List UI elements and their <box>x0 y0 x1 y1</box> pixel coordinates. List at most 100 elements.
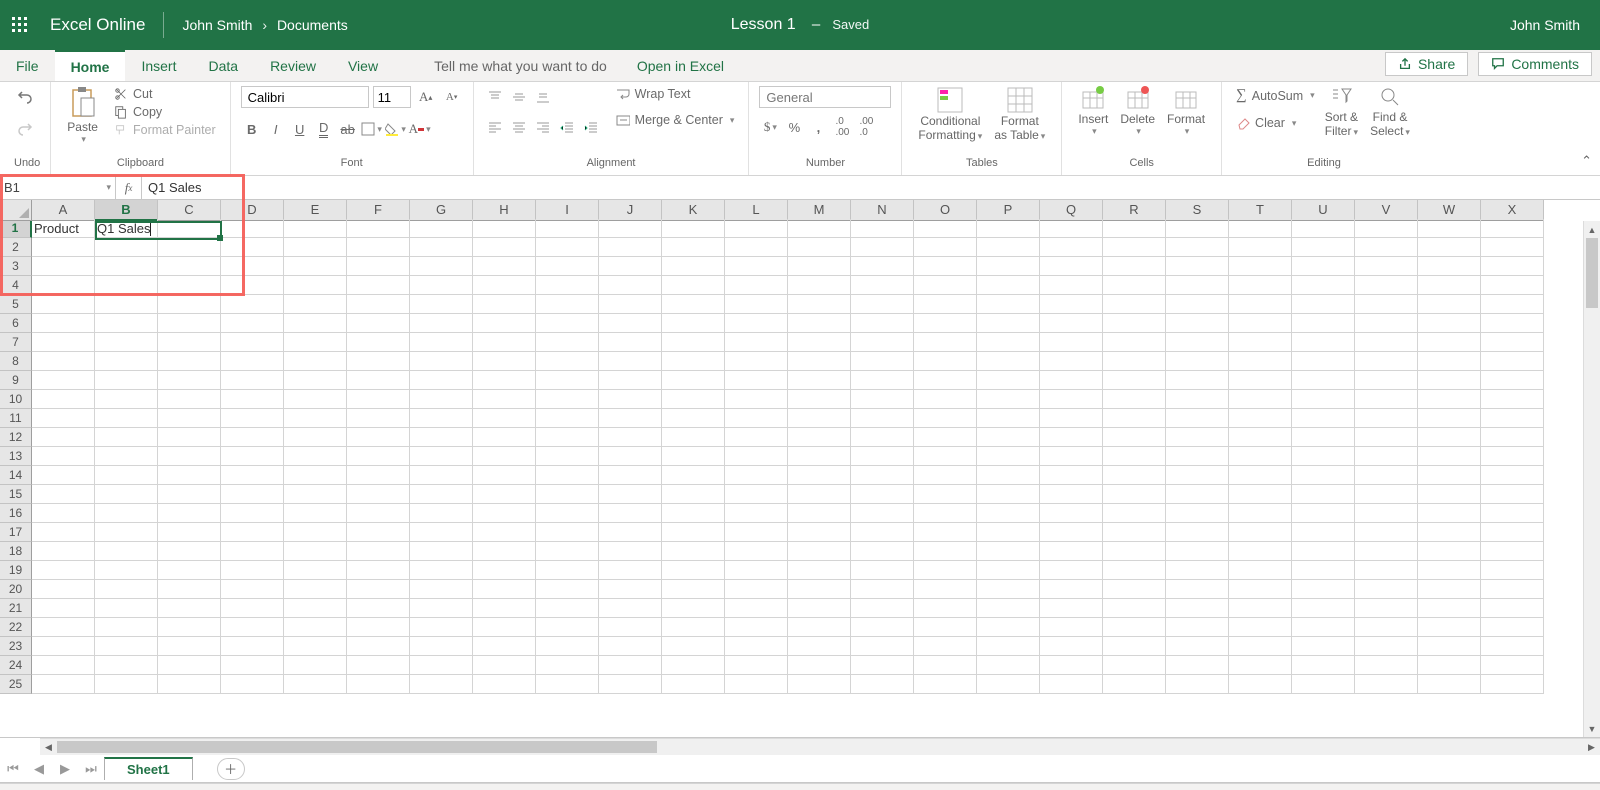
cell-W14[interactable] <box>1418 466 1481 485</box>
cell-L18[interactable] <box>725 542 788 561</box>
cell-P5[interactable] <box>977 295 1040 314</box>
cell-W2[interactable] <box>1418 238 1481 257</box>
cut-button[interactable]: Cut <box>110 86 220 102</box>
cell-E10[interactable] <box>284 390 347 409</box>
cell-T8[interactable] <box>1229 352 1292 371</box>
cell-I20[interactable] <box>536 580 599 599</box>
cell-F19[interactable] <box>347 561 410 580</box>
cell-E5[interactable] <box>284 295 347 314</box>
cell-D15[interactable] <box>221 485 284 504</box>
cell-K25[interactable] <box>662 675 725 694</box>
cell-W19[interactable] <box>1418 561 1481 580</box>
cell-J16[interactable] <box>599 504 662 523</box>
cell-R12[interactable] <box>1103 428 1166 447</box>
cell-Q12[interactable] <box>1040 428 1103 447</box>
cell-U7[interactable] <box>1292 333 1355 352</box>
cell-B18[interactable] <box>95 542 158 561</box>
cell-M21[interactable] <box>788 599 851 618</box>
cell-N19[interactable] <box>851 561 914 580</box>
cell-B12[interactable] <box>95 428 158 447</box>
cell-A25[interactable] <box>32 675 95 694</box>
cell-X11[interactable] <box>1481 409 1544 428</box>
cell-A5[interactable] <box>32 295 95 314</box>
cell-S11[interactable] <box>1166 409 1229 428</box>
cell-A22[interactable] <box>32 618 95 637</box>
row-header-21[interactable]: 21 <box>0 599 32 618</box>
cell-J12[interactable] <box>599 428 662 447</box>
cell-J18[interactable] <box>599 542 662 561</box>
cell-C12[interactable] <box>158 428 221 447</box>
cell-X20[interactable] <box>1481 580 1544 599</box>
cell-R15[interactable] <box>1103 485 1166 504</box>
sheet-nav-last[interactable]: ⏭ <box>78 761 104 777</box>
cell-J1[interactable] <box>599 219 662 238</box>
row-header-10[interactable]: 10 <box>0 390 32 409</box>
cell-N6[interactable] <box>851 314 914 333</box>
cell-S20[interactable] <box>1166 580 1229 599</box>
cell-D9[interactable] <box>221 371 284 390</box>
grow-font-button[interactable]: A▴ <box>415 86 437 108</box>
column-header-M[interactable]: M <box>788 200 851 221</box>
cell-T4[interactable] <box>1229 276 1292 295</box>
cell-X7[interactable] <box>1481 333 1544 352</box>
fill-color-button[interactable]: ▾ <box>385 118 407 140</box>
cell-C25[interactable] <box>158 675 221 694</box>
row-header-5[interactable]: 5 <box>0 295 32 314</box>
cell-O1[interactable] <box>914 219 977 238</box>
cell-V17[interactable] <box>1355 523 1418 542</box>
user-name[interactable]: John Smith <box>1510 17 1580 33</box>
cell-G5[interactable] <box>410 295 473 314</box>
autosum-button[interactable]: ∑AutoSum▾ <box>1232 86 1319 105</box>
cell-H10[interactable] <box>473 390 536 409</box>
cell-D2[interactable] <box>221 238 284 257</box>
row-header-11[interactable]: 11 <box>0 409 32 428</box>
cell-B19[interactable] <box>95 561 158 580</box>
cell-M9[interactable] <box>788 371 851 390</box>
cell-U16[interactable] <box>1292 504 1355 523</box>
column-header-D[interactable]: D <box>221 200 284 221</box>
column-header-L[interactable]: L <box>725 200 788 221</box>
cell-D12[interactable] <box>221 428 284 447</box>
cell-S1[interactable] <box>1166 219 1229 238</box>
cell-T25[interactable] <box>1229 675 1292 694</box>
cell-L11[interactable] <box>725 409 788 428</box>
cell-C18[interactable] <box>158 542 221 561</box>
cell-K7[interactable] <box>662 333 725 352</box>
cell-R17[interactable] <box>1103 523 1166 542</box>
cell-T13[interactable] <box>1229 447 1292 466</box>
cell-X16[interactable] <box>1481 504 1544 523</box>
cell-X17[interactable] <box>1481 523 1544 542</box>
cell-C14[interactable] <box>158 466 221 485</box>
cell-X6[interactable] <box>1481 314 1544 333</box>
cell-M17[interactable] <box>788 523 851 542</box>
cell-Q14[interactable] <box>1040 466 1103 485</box>
cell-F10[interactable] <box>347 390 410 409</box>
cell-P6[interactable] <box>977 314 1040 333</box>
cell-A15[interactable] <box>32 485 95 504</box>
cell-O22[interactable] <box>914 618 977 637</box>
cell-G6[interactable] <box>410 314 473 333</box>
scroll-thumb-v[interactable] <box>1586 238 1598 308</box>
wrap-text-button[interactable]: Wrap Text <box>612 86 739 102</box>
cell-A18[interactable] <box>32 542 95 561</box>
cell-R23[interactable] <box>1103 637 1166 656</box>
cell-L6[interactable] <box>725 314 788 333</box>
cell-D13[interactable] <box>221 447 284 466</box>
cell-P15[interactable] <box>977 485 1040 504</box>
cell-U11[interactable] <box>1292 409 1355 428</box>
row-header-17[interactable]: 17 <box>0 523 32 542</box>
cell-K13[interactable] <box>662 447 725 466</box>
cell-Q19[interactable] <box>1040 561 1103 580</box>
borders-button[interactable]: ▾ <box>361 118 383 140</box>
cell-Q25[interactable] <box>1040 675 1103 694</box>
cell-B8[interactable] <box>95 352 158 371</box>
cell-P20[interactable] <box>977 580 1040 599</box>
cell-L1[interactable] <box>725 219 788 238</box>
cell-K5[interactable] <box>662 295 725 314</box>
column-header-W[interactable]: W <box>1418 200 1481 221</box>
cell-J20[interactable] <box>599 580 662 599</box>
cell-K18[interactable] <box>662 542 725 561</box>
cell-O20[interactable] <box>914 580 977 599</box>
sort-filter-button[interactable]: Sort &Filter▾ <box>1319 86 1364 138</box>
cell-N7[interactable] <box>851 333 914 352</box>
